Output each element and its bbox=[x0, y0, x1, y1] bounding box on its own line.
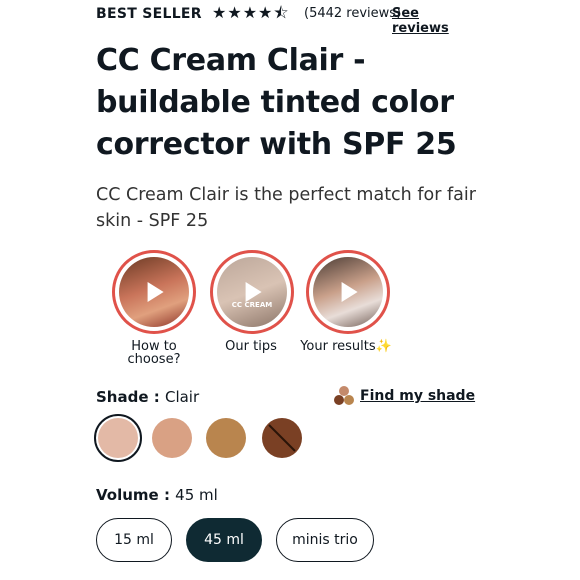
best-seller-badge: BEST SELLER bbox=[96, 6, 202, 22]
strike-icon bbox=[268, 424, 296, 452]
shade-dots-icon bbox=[334, 386, 356, 406]
star-icon: ★ bbox=[212, 3, 227, 22]
volume-label: Volume : 45 ml bbox=[96, 486, 218, 504]
video-label: How to choose? bbox=[127, 339, 181, 367]
video-how-to-choose[interactable] bbox=[112, 250, 196, 334]
volume-title: Volume bbox=[96, 486, 159, 504]
see-reviews-link[interactable]: See reviews bbox=[392, 6, 460, 36]
play-icon bbox=[245, 282, 262, 302]
video-thumbnail: CC CREAM bbox=[217, 257, 287, 327]
shade-swatch-4-unavailable[interactable] bbox=[262, 418, 302, 458]
shade-value: Clair bbox=[164, 388, 200, 406]
shade-separator: : bbox=[148, 388, 165, 406]
volume-value: 45 ml bbox=[175, 486, 218, 504]
play-icon bbox=[147, 282, 164, 302]
star-icon: ★ bbox=[242, 3, 258, 22]
star-icon: ★ bbox=[258, 3, 273, 22]
find-my-shade-link[interactable]: Find my shade bbox=[334, 386, 475, 406]
star-half-icon: ⯪ bbox=[273, 3, 289, 22]
shade-label: Shade : Clair bbox=[96, 388, 199, 406]
shade-swatch-clair[interactable] bbox=[94, 414, 142, 462]
find-my-shade-label: Find my shade bbox=[360, 388, 476, 404]
video-label: Your results✨ bbox=[300, 339, 392, 354]
star-icon: ★ bbox=[227, 3, 242, 22]
video-thumbnail bbox=[119, 257, 189, 327]
product-subtitle: CC Cream Clair is the perfect match for … bbox=[96, 185, 476, 231]
reviews-count: (5442 reviews) bbox=[304, 6, 402, 21]
shade-title: Shade bbox=[96, 388, 149, 406]
volume-separator: : bbox=[158, 486, 176, 504]
volume-option-15ml[interactable]: 15 ml bbox=[96, 518, 172, 562]
shade-swatch-2[interactable] bbox=[152, 418, 192, 458]
rating-stars: ★ ★ ★ ★ ⯪ bbox=[212, 5, 290, 21]
product-title: CC Cream Clair - buildable tinted color … bbox=[96, 43, 457, 162]
play-icon bbox=[341, 282, 358, 302]
volume-option-45ml[interactable]: 45 ml bbox=[186, 518, 262, 562]
video-thumbnail bbox=[313, 257, 383, 327]
shade-swatch-3[interactable] bbox=[206, 418, 246, 458]
video-caption: CC CREAM bbox=[231, 301, 273, 309]
video-our-tips[interactable]: CC CREAM bbox=[210, 250, 294, 334]
top-bar: BEST SELLER ★ ★ ★ ★ ⯪ (5442 reviews) See… bbox=[96, 2, 460, 37]
volume-option-minis-trio[interactable]: minis trio bbox=[276, 518, 374, 562]
video-label: Our tips bbox=[225, 339, 277, 354]
video-your-results[interactable] bbox=[306, 250, 390, 334]
